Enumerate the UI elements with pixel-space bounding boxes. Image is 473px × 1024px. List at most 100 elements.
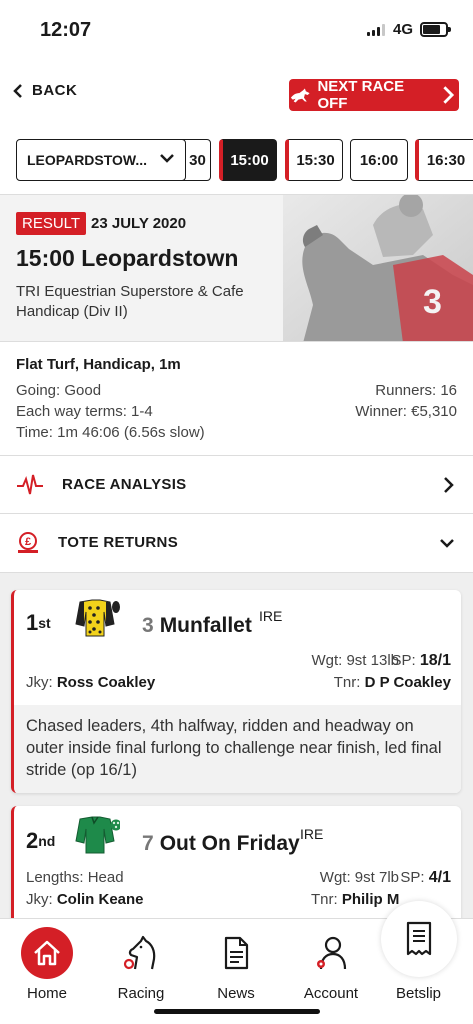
trainer-name: D P Coakley xyxy=(364,674,451,691)
document-icon xyxy=(224,936,249,970)
horse-line: 3 Munfallet xyxy=(142,614,252,638)
each-way-terms: Each way terms: 1-4 xyxy=(16,403,153,420)
tote-returns-row[interactable]: £ TOTE RETURNS xyxy=(0,513,473,571)
weight-value: 9st 7lb xyxy=(354,869,399,886)
sp-label: SP: xyxy=(400,869,425,886)
sp-value: 18/1 xyxy=(419,652,451,669)
nav-news[interactable]: News xyxy=(190,919,282,1019)
account-user-icon xyxy=(317,936,347,970)
race-going: Going: Good xyxy=(16,382,102,399)
weight-label: Wgt: xyxy=(311,652,343,669)
race-analysis-label: RACE ANALYSIS xyxy=(62,476,187,493)
back-button[interactable]: BACK xyxy=(12,82,77,99)
time-tab-1530[interactable]: 15:30 xyxy=(285,139,343,181)
race-header: 3 RESULT 23 JULY 2020 15:00 Leopardstown… xyxy=(0,194,473,342)
back-label: BACK xyxy=(32,82,78,99)
course-name: LEOPARDSTOW... xyxy=(27,152,148,168)
trainer: Tnr: Philip M xyxy=(311,891,399,908)
time-tab-label: 16:30 xyxy=(426,151,466,169)
race-name: TRI Equestrian Superstore & Cafe Handica… xyxy=(16,283,244,320)
position-suffix: st xyxy=(38,615,51,631)
position-number: 2 xyxy=(26,828,39,853)
receipt-icon xyxy=(406,921,432,956)
time-tab-label: 16:00 xyxy=(359,151,399,169)
result-badge: RESULT xyxy=(16,212,87,235)
status-bar: 12:07 4G xyxy=(0,0,473,60)
jockey-name: Colin Keane xyxy=(56,891,144,908)
nav-betslip-label: Betslip xyxy=(396,985,442,1002)
time-tab-label: 30 xyxy=(189,151,206,169)
nav-racing[interactable]: Racing xyxy=(95,919,187,1019)
sp-label: SP: xyxy=(391,652,416,669)
jockey-name: Ross Coakley xyxy=(56,674,156,691)
race-title: 15:00 Leopardstown xyxy=(16,245,239,271)
finish-position: 2nd xyxy=(26,828,55,854)
result-card-1st[interactable]: 1st 3 Munfallet IRE Wgt: 9st 13lb SP: 18… xyxy=(11,590,461,793)
nav-home-label: Home xyxy=(26,985,67,1002)
results-list: 1st 3 Munfallet IRE Wgt: 9st 13lb SP: 18… xyxy=(0,572,473,946)
time-tab-label: 15:00 xyxy=(230,151,269,169)
horse-country: IRE xyxy=(259,608,283,624)
pound-bag-icon: £ xyxy=(18,531,38,553)
tote-returns-label: TOTE RETURNS xyxy=(58,534,178,551)
trainer-label: Tnr: xyxy=(311,891,338,908)
race-comment: Chased leaders, 4th halfway, ridden and … xyxy=(14,705,461,793)
jockey: Jky: Colin Keane xyxy=(26,891,144,908)
jockey: Jky: Ross Coakley xyxy=(26,674,155,691)
race-date: 23 JULY 2020 xyxy=(91,215,187,232)
lengths: Lengths: Head xyxy=(26,869,124,886)
race-selector: LEOPARDSTOW... 30 15:00 15:30 16:00 16:3… xyxy=(0,138,473,182)
next-race-label: NEXT RACE OFF xyxy=(317,78,405,112)
signal-icon xyxy=(367,24,385,36)
horse-name[interactable]: Munfallet xyxy=(160,614,252,638)
position-suffix: nd xyxy=(38,833,56,849)
betslip-button[interactable] xyxy=(381,901,457,977)
position-number: 1 xyxy=(26,610,39,635)
battery-icon xyxy=(420,22,451,37)
jockey-silks-icon xyxy=(75,599,120,637)
horse-name[interactable]: Out On Friday xyxy=(160,832,300,856)
chevron-down-icon xyxy=(440,538,454,548)
horse-line: 7 Out On Friday xyxy=(142,832,300,856)
time-tab-label: 15:30 xyxy=(296,151,335,169)
svg-text:£: £ xyxy=(25,536,31,548)
time-tab-1600[interactable]: 16:00 xyxy=(350,139,408,181)
home-indicator xyxy=(154,1009,320,1014)
jockey-label: Jky: xyxy=(26,891,53,908)
chevron-right-icon xyxy=(442,86,454,104)
starting-price: SP: 18/1 xyxy=(392,652,452,670)
chevron-left-icon xyxy=(13,83,22,98)
winner-prize: Winner: €5,310 xyxy=(355,403,457,420)
trainer: Tnr: D P Coakley xyxy=(334,674,451,691)
nav-home[interactable]: Home xyxy=(1,919,93,1019)
nav-news-label: News xyxy=(217,985,255,1002)
racing-horse-icon xyxy=(290,88,310,103)
weight: Wgt: 9st 13lb xyxy=(311,652,399,669)
sp-value: 4/1 xyxy=(428,869,451,886)
horse-country: IRE xyxy=(300,826,324,842)
finish-position: 1st xyxy=(26,610,51,636)
horse-head-icon xyxy=(123,935,156,970)
race-type: Flat Turf, Handicap, 1m xyxy=(16,356,181,373)
weight-label: Wgt: xyxy=(319,869,351,886)
starting-price: SP: 4/1 xyxy=(400,869,451,887)
home-icon xyxy=(21,927,73,979)
nav-account-label: Account xyxy=(303,985,359,1002)
time-tab-1500[interactable]: 15:00 xyxy=(219,139,277,181)
race-time: Time: 1m 46:06 (6.56s slow) xyxy=(16,424,205,441)
race-analysis-row[interactable]: RACE ANALYSIS xyxy=(0,455,473,513)
jockey-silks-icon xyxy=(75,816,120,854)
next-race-off-button[interactable]: NEXT RACE OFF xyxy=(289,78,459,112)
trainer-label: Tnr: xyxy=(333,674,361,691)
course-dropdown[interactable]: LEOPARDSTOW... xyxy=(16,139,186,181)
svg-text:3: 3 xyxy=(423,283,442,321)
chevron-right-icon xyxy=(444,476,454,493)
nav-account[interactable]: Account xyxy=(285,919,377,1019)
time-tab-1630[interactable]: 16:30 xyxy=(415,139,473,181)
horse-number: 7 xyxy=(142,832,154,855)
top-bar: BACK NEXT RACE OFF xyxy=(0,78,473,112)
jockey-label: Jky: xyxy=(26,674,53,691)
trainer-name: Philip M xyxy=(341,891,400,908)
nav-racing-label: Racing xyxy=(117,985,165,1002)
chevron-down-icon xyxy=(160,154,174,163)
